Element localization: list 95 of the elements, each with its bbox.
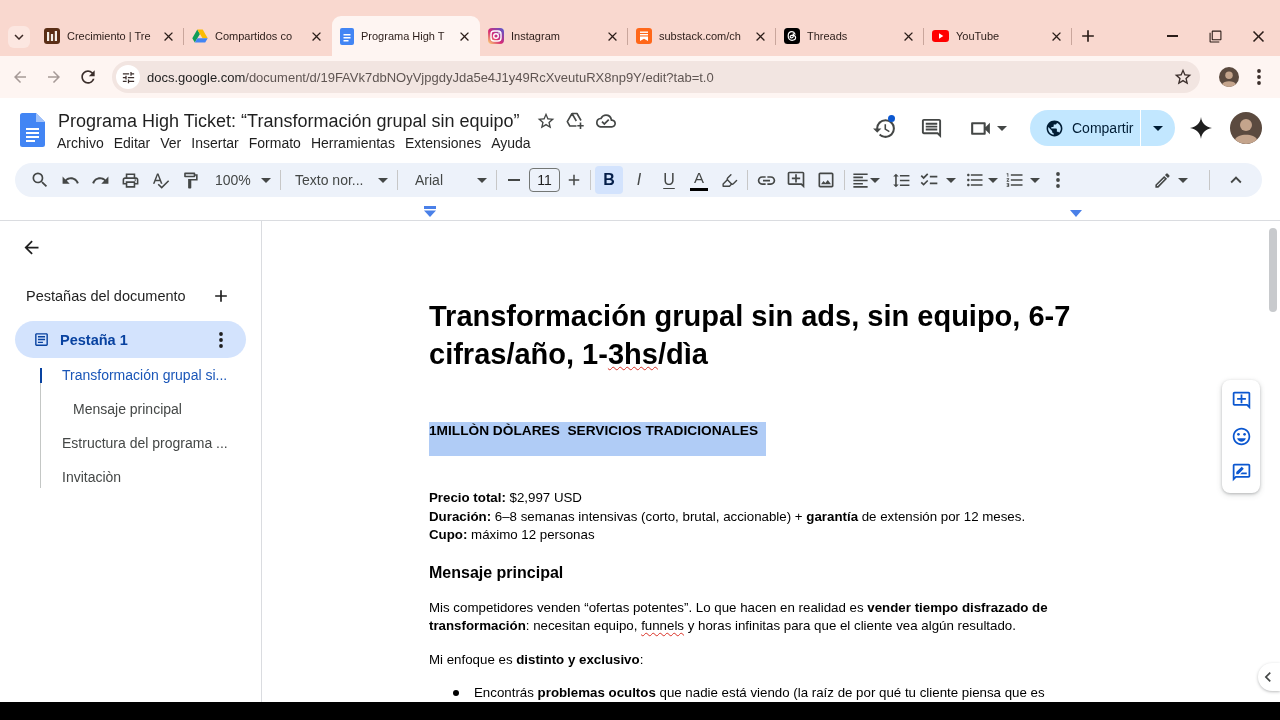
list-item-text: Encontrás problemas ocultos que nadie está viendo (la raíz de por qué tu cliente piensa que es	[474, 683, 1045, 702]
body-paragraph: Mi enfoque es distinto y exclusivo:	[429, 650, 645, 669]
section-label: 1MILLÒN DÒLARES SERVICIOS TRADICIONALES	[429, 422, 767, 456]
share-button[interactable]: Compartir	[1030, 110, 1140, 146]
numbered-list-icon	[1005, 170, 1025, 190]
section-heading: Mensaje principal	[429, 562, 565, 583]
sparkle-icon	[1190, 117, 1212, 139]
underline-button[interactable]: U	[655, 166, 683, 194]
caret-icon	[378, 177, 388, 183]
arrow-right-icon	[45, 68, 63, 86]
font-dropdown[interactable]: Arial	[402, 166, 492, 194]
caret-icon	[477, 177, 487, 183]
menu-item[interactable]: Extensiones	[399, 133, 487, 153]
browser-tab[interactable]: Compartidos co	[184, 16, 332, 56]
outline-heading[interactable]: Estructura del programa ...	[40, 426, 246, 460]
font-size-field[interactable]: 11	[529, 168, 560, 192]
text-color-button[interactable]: A	[685, 166, 713, 194]
caret-icon	[261, 177, 271, 183]
printer-icon	[120, 170, 140, 190]
indent-marker-icon[interactable]	[1070, 210, 1082, 217]
browser-tab[interactable]: Instagram	[480, 16, 628, 56]
minimize-icon	[1167, 35, 1178, 37]
tab-search-button[interactable]	[8, 26, 30, 48]
user-avatar	[1230, 112, 1262, 144]
outline-heading[interactable]: Invitaciòn	[40, 460, 246, 494]
at-sign-logo-icon	[784, 28, 800, 44]
document-icon	[33, 331, 50, 348]
smiley-icon	[1230, 425, 1252, 447]
bullet-icon	[453, 689, 459, 696]
more-vertical-icon	[219, 331, 223, 348]
browser-tab[interactable]: Threads	[776, 16, 924, 56]
user-avatar	[1219, 67, 1239, 87]
star-icon	[1173, 67, 1193, 87]
sliders-icon	[120, 69, 136, 85]
reload-icon	[78, 67, 98, 87]
menu-item[interactable]: Insertar	[186, 133, 244, 153]
highlighter-icon	[720, 171, 738, 189]
minus-icon	[508, 179, 520, 181]
spellcheck-icon	[150, 170, 170, 190]
caret-icon	[1030, 177, 1040, 183]
detail-line: Precio total: $2,997 USD	[429, 489, 583, 507]
outline-heading[interactable]: Mensaje principal	[40, 392, 246, 426]
site-info-button[interactable]	[116, 65, 140, 89]
search-icon	[30, 170, 50, 190]
camera-logo-icon	[488, 28, 504, 44]
comment-icon	[919, 116, 943, 140]
menu-item[interactable]: Archivo	[52, 133, 109, 153]
triangle-plus-icon	[566, 112, 586, 130]
document-logo-icon	[20, 113, 45, 147]
italic-button[interactable]: I	[625, 166, 653, 194]
more-vertical-icon	[1056, 172, 1060, 188]
address-field[interactable]: docs.google.com/document/d/19FAVk7dbNOyVjpgdyJda5e4J1y49RcXveutuRX8np9Y/edit?tab=t.0	[112, 61, 1200, 93]
document-tab[interactable]: Pestaña 1	[15, 321, 246, 358]
caret-icon	[1153, 125, 1163, 131]
triangle-logo-icon	[192, 28, 208, 44]
browser-tab[interactable]: Crecimiento | Tre	[36, 16, 184, 56]
bookmark-logo-icon	[636, 28, 652, 44]
indent-marker-icon[interactable]	[424, 206, 436, 217]
menu-item[interactable]: Herramientas	[305, 133, 400, 153]
paragraph-style-dropdown[interactable]: Texto nor...	[285, 166, 393, 194]
globe-icon	[1045, 118, 1064, 138]
menu-item[interactable]: Ver	[155, 133, 187, 153]
image-icon	[816, 170, 836, 190]
align-left-icon	[851, 170, 870, 190]
browser-tab[interactable]: Programa High T	[332, 16, 480, 56]
comment-plus-icon	[786, 170, 806, 190]
menu-item[interactable]: Editar	[108, 133, 156, 153]
browser-tab[interactable]: YouTube	[924, 16, 1072, 56]
detail-line: Duración: 6–8 semanas intensivas (corto, brutal, accionable) + garantía de extensión por 12 meses.	[429, 507, 1027, 526]
body-paragraph: Mis competidores venden “ofertas potentes”. Lo que hacen en realidad es vender tiempo disfrazado de transformación: necesitan equipo, funnels y horas infinitas para que el cliente vea algún resultado.	[429, 598, 1049, 635]
review-icon	[1230, 461, 1252, 483]
bold-button[interactable]: B	[595, 166, 623, 194]
url-text: docs.google.com/document/d/19FAVk7dbNOyVjpgdyJda5e4J1y49RcXveutuRX8np9Y/edit?tab=t.0	[147, 69, 715, 85]
cloud-check-icon	[595, 111, 616, 131]
document-title: Transformación grupal sin ads, sin equipo, 6-7 cifras/año, 1-3hs/dìa	[429, 299, 1072, 372]
scrollbar-thumb[interactable]	[1268, 228, 1277, 312]
caret-icon	[988, 177, 998, 183]
browser-tab[interactable]: substack.com/ch	[628, 16, 776, 56]
comment-plus-icon	[1230, 389, 1252, 411]
menu-item[interactable]: Ayuda	[486, 133, 536, 153]
caret-icon	[946, 177, 956, 183]
caret-icon	[870, 177, 880, 183]
document-name[interactable]: Programa High Ticket: “Transformación grupal sin equipo”	[57, 109, 521, 133]
detail-line: Cupo: máximo 12 personas	[429, 526, 596, 544]
sidebar-heading: Pestañas del documento	[26, 288, 187, 304]
bars-tile-icon	[44, 28, 60, 44]
more-vertical-icon	[1257, 69, 1261, 85]
caret-icon	[996, 125, 1007, 131]
menu-item[interactable]: Formato	[243, 133, 306, 153]
restore-icon	[1209, 29, 1222, 43]
play-button-icon	[932, 30, 949, 42]
zoom-dropdown[interactable]: 100%	[206, 166, 276, 194]
document-icon	[340, 27, 354, 45]
caret-icon	[1178, 177, 1188, 183]
share-options-button[interactable]	[1141, 110, 1175, 146]
